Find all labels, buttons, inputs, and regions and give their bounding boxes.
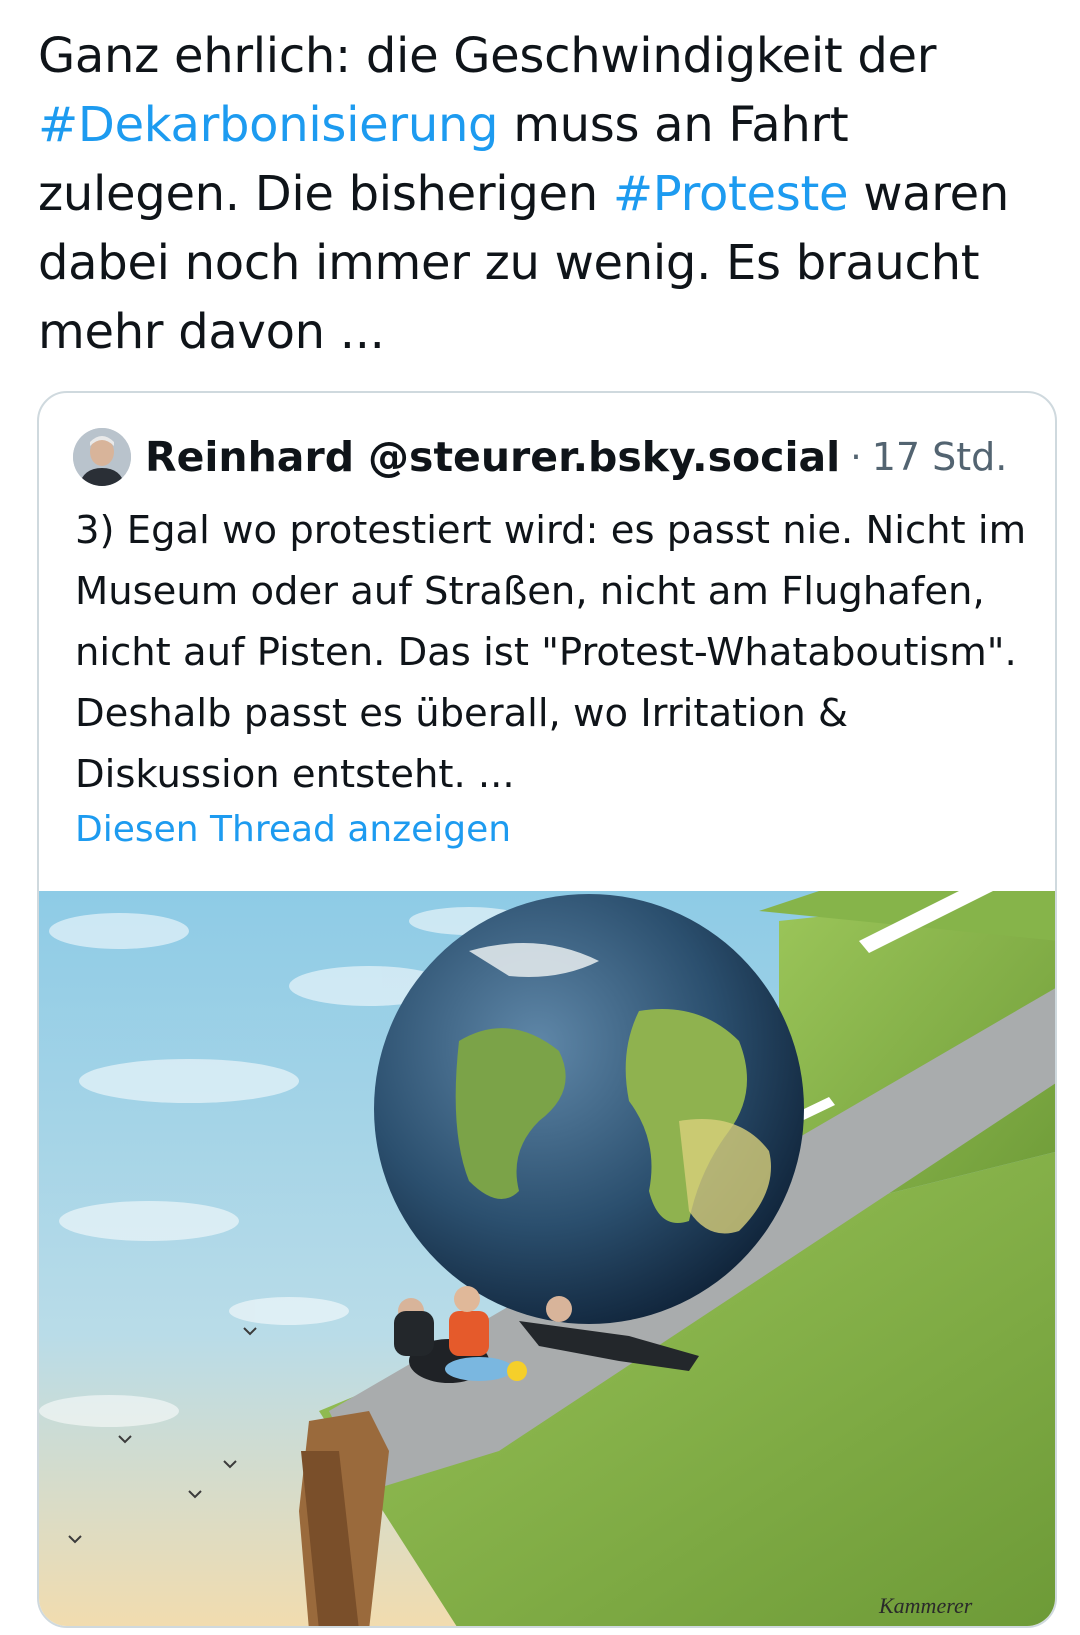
separator-dot: · <box>850 436 862 478</box>
hashtag-proteste[interactable]: #Proteste <box>613 166 849 222</box>
quoted-post-header: Reinhard @steurer.bsky.social · 17 Std. <box>73 428 1008 486</box>
cartoon-globe-illustration: Kammerer <box>39 891 1055 1626</box>
show-thread-link[interactable]: Diesen Thread anzeigen <box>75 809 511 850</box>
hashtag-dekarbonisierung[interactable]: #Dekarbonisierung <box>38 97 499 153</box>
avatar[interactable] <box>73 428 131 486</box>
tweet-text: Ganz ehrlich: die Geschwindigkeit der #D… <box>38 22 1058 367</box>
author-name[interactable]: Reinhard <box>145 433 354 481</box>
post-timestamp[interactable]: 17 Std. <box>872 435 1008 479</box>
artist-signature: Kammerer <box>878 1593 973 1618</box>
author-handle[interactable]: @steurer.bsky.social <box>368 433 840 481</box>
quoted-post-text: 3) Egal wo protestiert wird: es passt ni… <box>75 508 1027 797</box>
quoted-post-card[interactable]: Reinhard @steurer.bsky.social · 17 Std. … <box>37 391 1057 1628</box>
tweet-text-part-1: Ganz ehrlich: die Geschwindigkeit der <box>38 28 937 84</box>
cartoon-image[interactable]: Kammerer <box>39 891 1055 1626</box>
globe <box>374 894 804 1324</box>
